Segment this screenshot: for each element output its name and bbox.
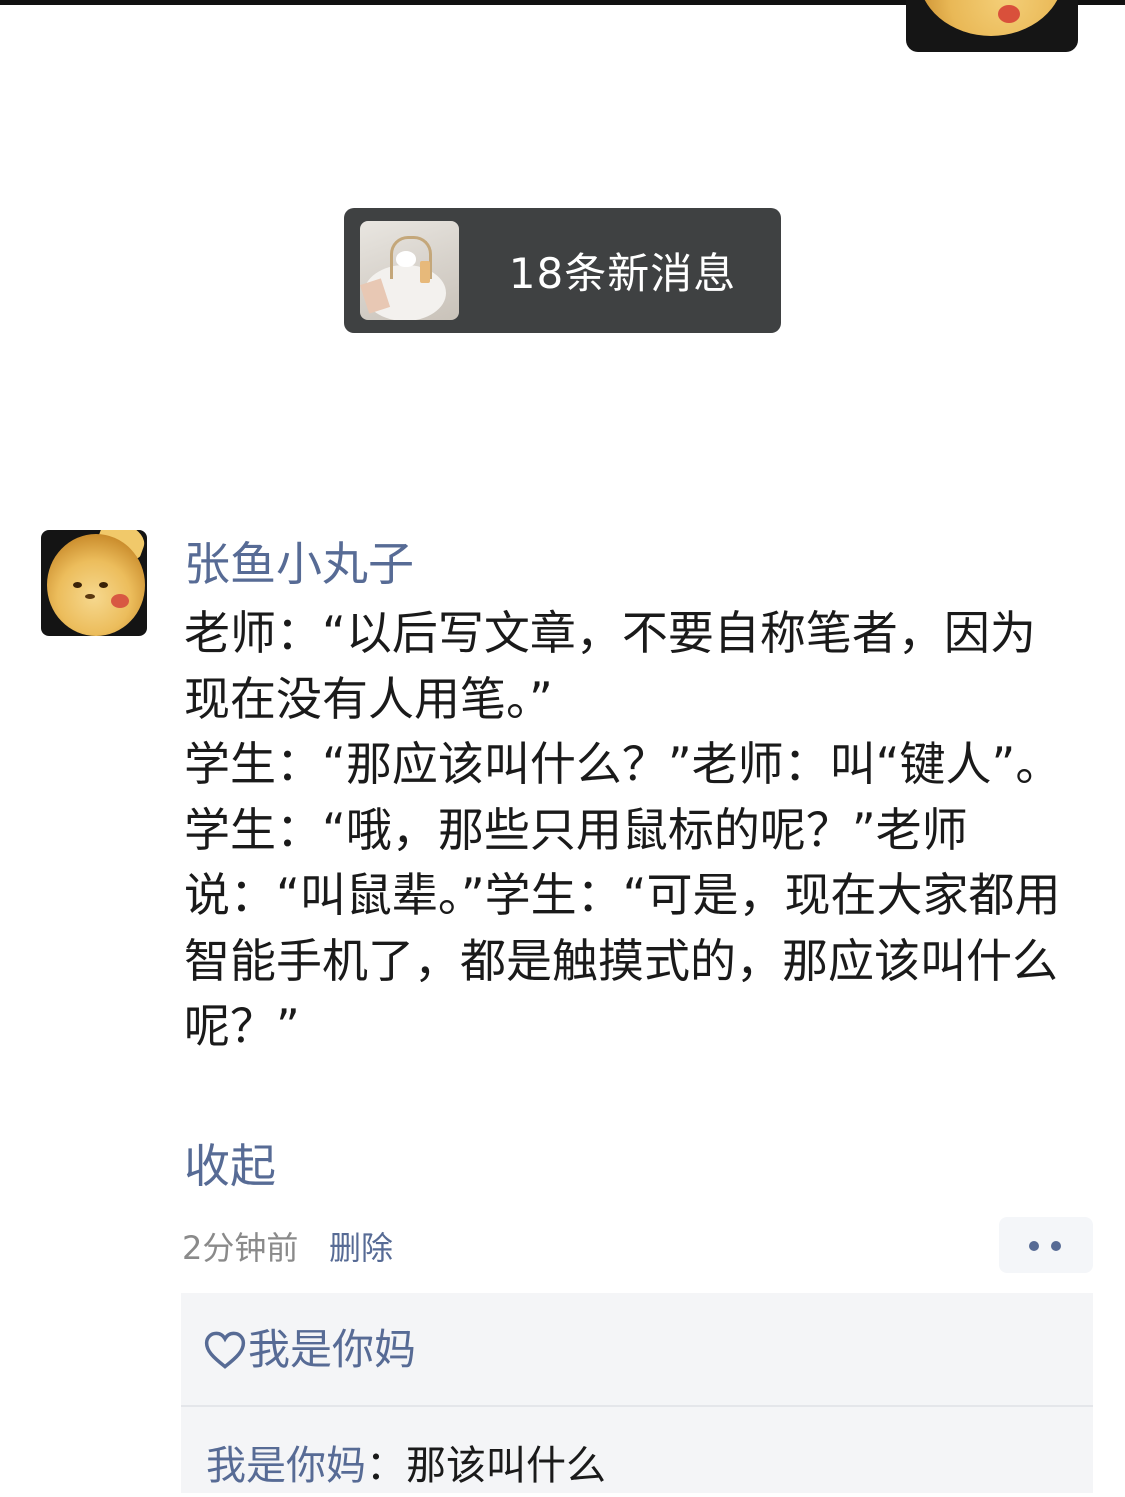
divider — [181, 1405, 1093, 1407]
comment-item[interactable]: 我是你妈：那该叫什么 — [206, 1435, 606, 1497]
comment-author[interactable]: 我是你妈 — [206, 1443, 366, 1489]
heart-icon — [204, 1331, 246, 1369]
post-text: 老师：“以后写文章，不要自称笔者，因为现在没有人用笔。” 学生：“那应该叫什么？… — [184, 606, 1062, 1053]
avatar-image — [918, 0, 1064, 36]
own-avatar-partial[interactable] — [906, 0, 1078, 52]
collapse-link[interactable]: 收起 — [184, 1136, 276, 1196]
like-user-name[interactable]: 我是你妈 — [248, 1319, 416, 1381]
new-message-sender-thumbnail — [360, 221, 459, 320]
new-messages-label: 18条新消息 — [508, 249, 737, 298]
author-name[interactable]: 张鱼小丸子 — [184, 533, 414, 595]
more-dots-icon — [1029, 1241, 1039, 1251]
likes-row: 我是你妈 — [204, 1319, 416, 1381]
delete-link[interactable]: 删除 — [329, 1226, 393, 1270]
interaction-box: 我是你妈 我是你妈：那该叫什么 — [181, 1293, 1093, 1493]
new-messages-banner[interactable]: 18条新消息 — [344, 208, 781, 333]
more-actions-button[interactable] — [999, 1217, 1093, 1273]
comment-text: 那该叫什么 — [406, 1443, 606, 1489]
author-avatar[interactable] — [41, 530, 147, 636]
post-timestamp: 2分钟前 — [182, 1229, 299, 1267]
comment-separator: ： — [366, 1443, 406, 1489]
